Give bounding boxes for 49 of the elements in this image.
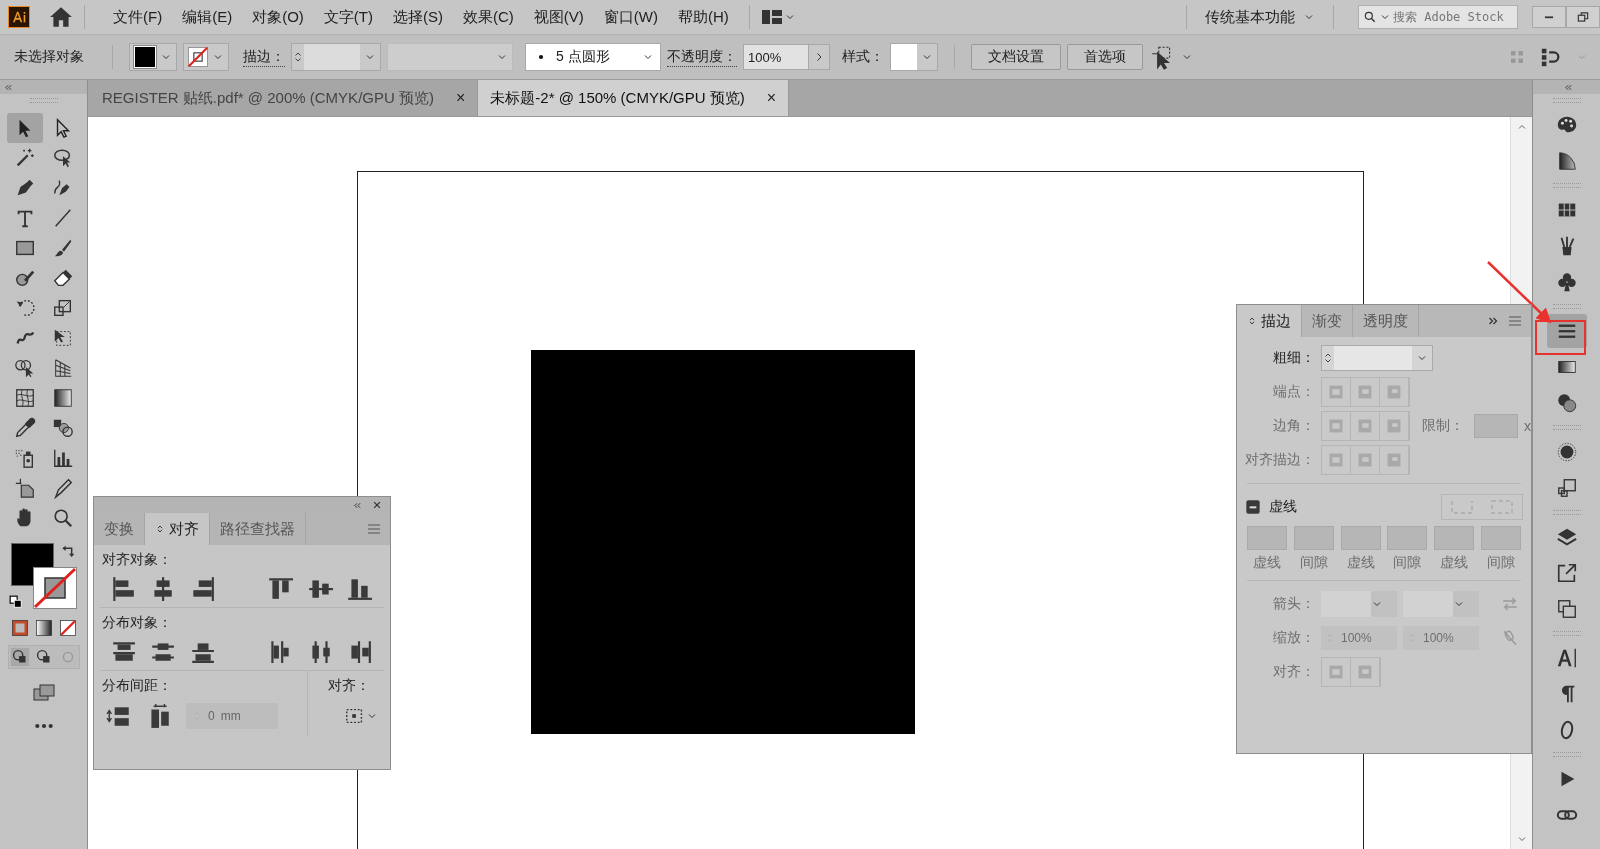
close-tab-button[interactable]: × bbox=[766, 89, 777, 107]
field-label: 限制： bbox=[1422, 417, 1464, 435]
field-label: 端点： bbox=[1272, 383, 1315, 401]
section-label: 对齐： bbox=[327, 676, 371, 695]
field-label: 粗细： bbox=[1272, 349, 1315, 367]
section-label: 对齐对象： bbox=[101, 550, 173, 569]
panel-tab[interactable]: 透明度 bbox=[1353, 305, 1419, 337]
field-label: 虚线 bbox=[1440, 554, 1469, 572]
search-field[interactable]: 搜索 Adobe Stock bbox=[1358, 5, 1518, 29]
toolbar-button[interactable]: 首选项 bbox=[1067, 44, 1143, 70]
document-title: 未标题-2* @ 150% (CMYK/GPU 预览) bbox=[490, 88, 745, 108]
stroke-label[interactable]: 描边： bbox=[243, 47, 285, 67]
menu-item[interactable]: 文件(F) bbox=[103, 7, 173, 27]
field-label: 对齐描边： bbox=[1244, 451, 1315, 469]
panel-tab[interactable]: 描边 bbox=[1237, 305, 1302, 337]
opacity-label[interactable]: 不透明度： bbox=[667, 47, 737, 67]
field-label: 箭头： bbox=[1272, 595, 1315, 613]
dashed-line-label: 虚线 bbox=[1269, 498, 1297, 516]
section-label: 分布间距： bbox=[101, 676, 173, 695]
opacity-field[interactable]: 100% bbox=[743, 44, 830, 70]
menu-item[interactable]: 帮助(H) bbox=[667, 7, 739, 27]
menu-item[interactable]: 文字(T) bbox=[313, 7, 383, 27]
field-label: 间隙 bbox=[1487, 554, 1516, 572]
menu-item[interactable]: 视图(V) bbox=[523, 7, 594, 27]
field-label: 对齐： bbox=[1272, 663, 1315, 681]
panel-tab[interactable]: 对齐 bbox=[145, 513, 210, 545]
field-label: 虚线 bbox=[1252, 554, 1281, 572]
document-tab[interactable]: 未标题-2* @ 150% (CMYK/GPU 预览) × bbox=[478, 80, 790, 116]
field-label: 间隙 bbox=[1299, 554, 1328, 572]
section-label: 分布对象： bbox=[101, 613, 173, 632]
style-label: 样式： bbox=[842, 48, 884, 66]
menu-item[interactable]: 编辑(E) bbox=[172, 7, 243, 27]
document-title: REGISTER 贴纸.pdf* @ 200% (CMYK/GPU 预览) bbox=[102, 88, 434, 108]
menu-item[interactable]: 效果(C) bbox=[453, 7, 524, 27]
menu-item[interactable]: 对象(O) bbox=[242, 7, 314, 27]
toolbar-button[interactable]: 文档设置 bbox=[971, 44, 1061, 70]
panel-tab[interactable]: 渐变 bbox=[1302, 305, 1353, 337]
close-tab-button[interactable]: × bbox=[455, 89, 466, 107]
menu-item[interactable]: 窗口(W) bbox=[593, 7, 668, 27]
brush-dropdown[interactable]: 5 点圆形 bbox=[525, 43, 661, 71]
field-label: 边角： bbox=[1272, 417, 1315, 435]
workspace-switcher[interactable]: 传统基本功能 bbox=[1205, 7, 1295, 27]
selection-status: 未选择对象 bbox=[14, 48, 84, 66]
field-label: 缩放： bbox=[1272, 629, 1315, 647]
menu-item[interactable]: 选择(S) bbox=[383, 7, 453, 27]
unit-label: x bbox=[1524, 418, 1531, 434]
field-label: 间隙 bbox=[1393, 554, 1422, 572]
panel-tab[interactable]: 路径查找器 bbox=[210, 513, 306, 545]
field-label: 虚线 bbox=[1346, 554, 1375, 572]
